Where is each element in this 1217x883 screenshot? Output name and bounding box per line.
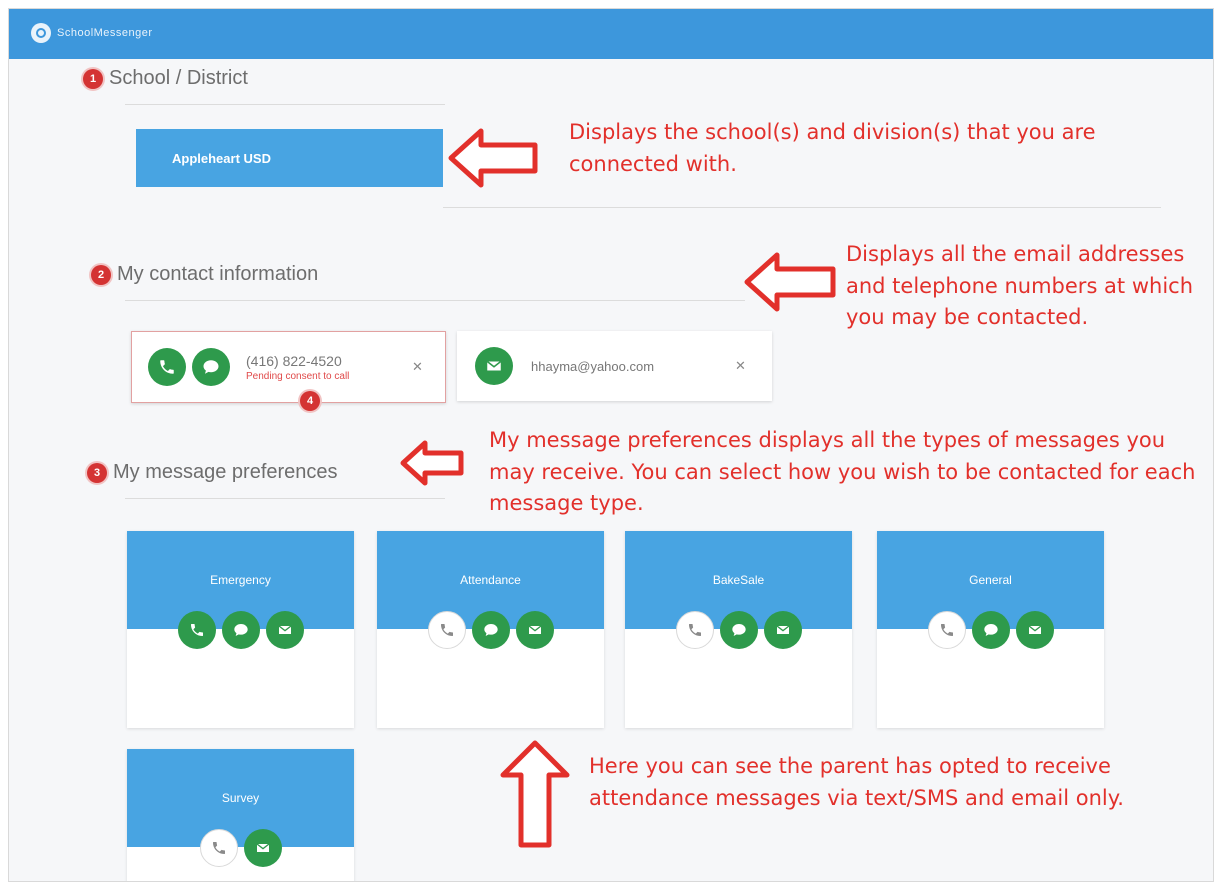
pref-card-options	[377, 611, 604, 649]
step-1-badge: 1	[83, 68, 103, 89]
pref-card-label: BakeSale	[712, 573, 765, 587]
pref-card-label: General	[969, 573, 1012, 587]
section-prefs-title: 3 My message preferences	[87, 461, 338, 484]
phone-icon[interactable]	[927, 611, 966, 649]
app-window: SchoolMessenger 1 School / District Appl…	[8, 8, 1214, 882]
chat-icon[interactable]	[221, 611, 260, 649]
phone-icon[interactable]	[148, 348, 186, 386]
top-bar: SchoolMessenger	[9, 9, 1213, 59]
logo-text: SchoolMessenger	[57, 27, 153, 39]
divider	[125, 104, 445, 105]
divider	[125, 300, 745, 301]
arrow-left-icon	[448, 128, 538, 188]
prefs-heading: My message preferences	[113, 461, 338, 483]
district-button[interactable]: Appleheart USD	[136, 129, 443, 187]
divider	[125, 498, 445, 499]
arrow-up-icon	[500, 740, 570, 848]
arrow-left-icon	[400, 440, 464, 486]
logo-icon	[31, 23, 51, 43]
annotation-prefs: My message preferences displays all the …	[489, 428, 1196, 515]
pref-card-label: Survey	[221, 791, 260, 805]
chat-icon[interactable]	[719, 611, 758, 649]
email-icon[interactable]	[475, 347, 513, 385]
email-icon[interactable]	[243, 829, 282, 867]
email-address: hhayma@yahoo.com	[531, 358, 655, 374]
close-icon[interactable]: ✕	[735, 358, 746, 374]
pref-card-general: General	[877, 531, 1104, 728]
phone-number: (416) 822-4520	[246, 352, 342, 369]
pref-card-label: Emergency	[210, 573, 271, 587]
annotation-district: Displays the school(s) and division(s) t…	[569, 120, 1096, 176]
pref-card-attendance: Attendance	[377, 531, 604, 728]
step-2-badge: 2	[91, 264, 111, 285]
close-icon[interactable]: ✕	[412, 359, 423, 375]
pref-card-emergency: Emergency	[127, 531, 354, 728]
email-icon[interactable]	[1015, 611, 1054, 649]
logo[interactable]: SchoolMessenger	[31, 23, 153, 43]
divider	[443, 207, 1161, 208]
pref-card-options	[127, 829, 354, 867]
pref-card-options	[625, 611, 852, 649]
pref-card-options	[877, 611, 1104, 649]
chat-icon[interactable]	[971, 611, 1010, 649]
email-contact-card[interactable]: hhayma@yahoo.com ✕	[457, 331, 772, 401]
section-contact-title: 2 My contact information	[91, 263, 318, 286]
chat-icon[interactable]	[192, 348, 230, 386]
annotation-contact: Displays all the email addresses and tel…	[846, 242, 1194, 329]
annotation-example: Here you can see the parent has opted to…	[589, 754, 1124, 810]
step-3-badge: 3	[87, 462, 107, 483]
phone-icon[interactable]	[199, 829, 238, 867]
section-district-title: 1 School / District	[83, 67, 248, 90]
step-4-badge: 4	[300, 391, 320, 411]
pref-card-survey: Survey	[127, 749, 354, 881]
email-icon[interactable]	[265, 611, 304, 649]
contact-heading: My contact information	[117, 263, 319, 285]
pref-card-options	[127, 611, 354, 649]
phone-status: Pending consent to call	[246, 370, 350, 382]
phone-icon[interactable]	[177, 611, 216, 649]
phone-contact-card[interactable]: (416) 822-4520 Pending consent to call ✕…	[131, 331, 446, 411]
district-heading: School / District	[109, 67, 248, 89]
phone-icon[interactable]	[675, 611, 714, 649]
phone-icon[interactable]	[427, 611, 466, 649]
email-icon[interactable]	[515, 611, 554, 649]
arrow-left-icon	[744, 252, 836, 312]
pref-card-bakesale: BakeSale	[625, 531, 852, 728]
pref-card-label: Attendance	[460, 573, 521, 587]
email-icon[interactable]	[763, 611, 802, 649]
chat-icon[interactable]	[471, 611, 510, 649]
